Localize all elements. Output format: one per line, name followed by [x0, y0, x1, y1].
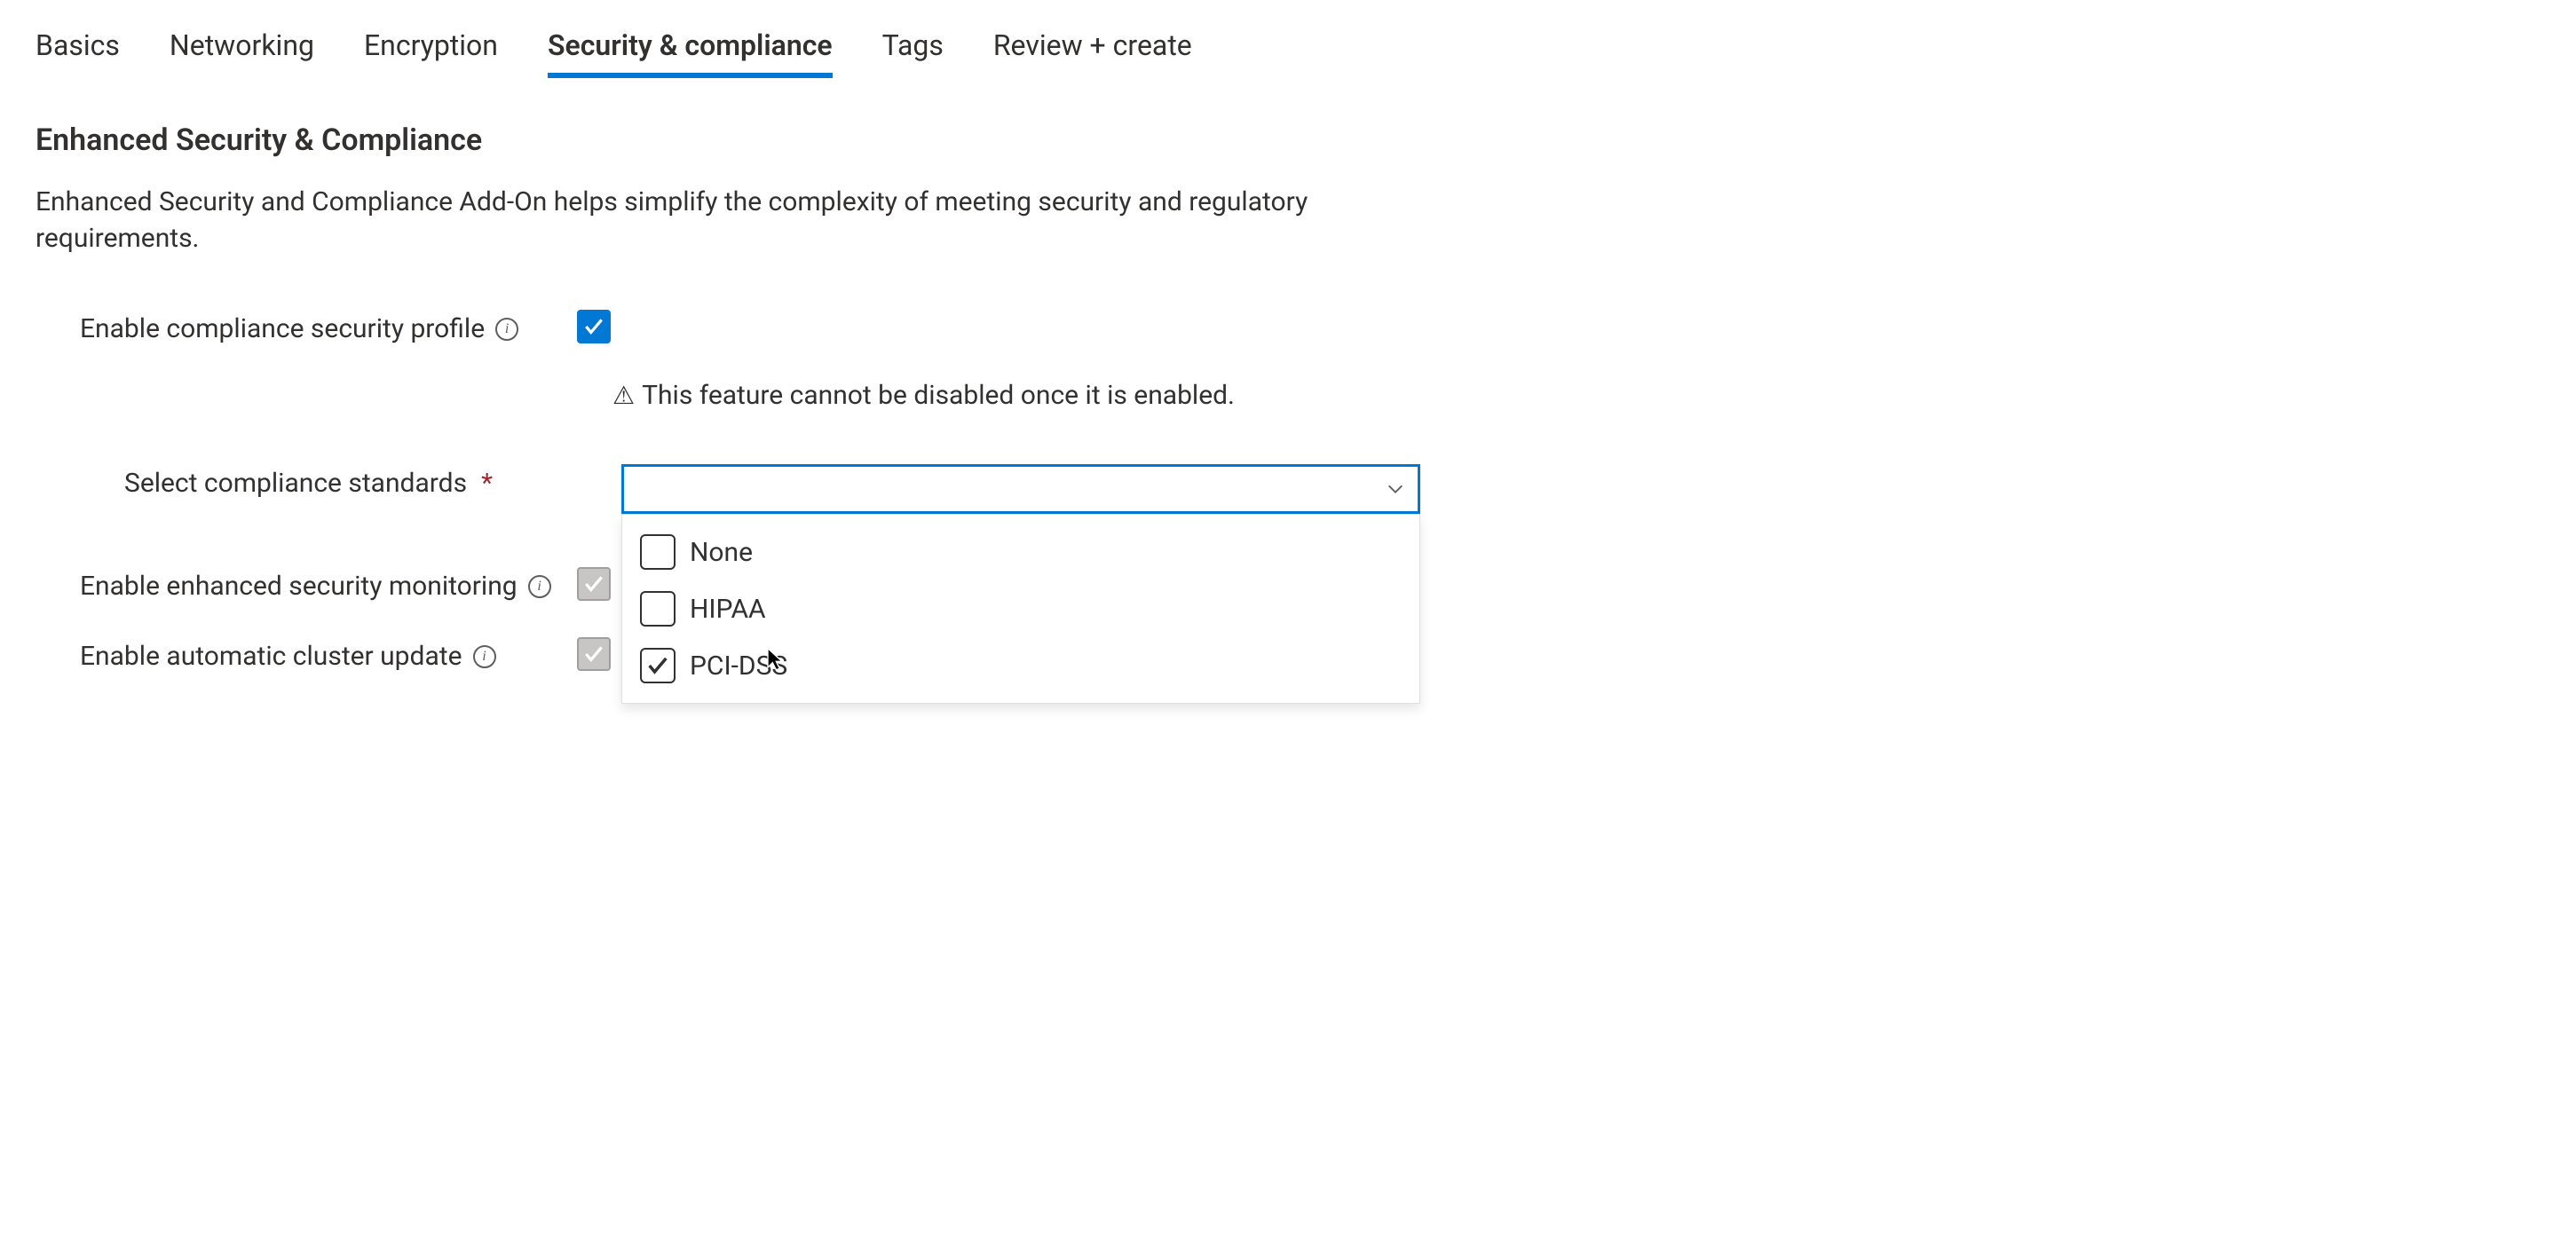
- required-indicator: *: [481, 468, 493, 499]
- tab-encryption[interactable]: Encryption: [364, 18, 498, 78]
- label-select-compliance-standards: Select compliance standards *: [80, 464, 621, 499]
- warning-cannot-disable: ⚠ This feature cannot be disabled once i…: [612, 380, 2540, 411]
- section-title: Enhanced Security & Compliance: [36, 122, 2540, 158]
- label-enable-compliance-profile: Enable compliance security profile i: [80, 310, 577, 344]
- tab-review-create[interactable]: Review + create: [993, 18, 1192, 78]
- option-checkbox-pci-dss[interactable]: [640, 648, 676, 683]
- warning-icon: ⚠: [612, 381, 635, 410]
- option-label-hipaa: HIPAA: [690, 594, 766, 625]
- tab-security-compliance[interactable]: Security & compliance: [548, 18, 833, 78]
- tab-basics[interactable]: Basics: [36, 18, 120, 78]
- row-enable-compliance-profile: Enable compliance security profile i: [36, 310, 2540, 344]
- label-enable-enhanced-monitoring: Enable enhanced security monitoring i: [80, 567, 577, 602]
- dropdown-menu-compliance-standards: None HIPAA PCI-DSS: [621, 514, 1420, 704]
- label-text-select-standards: Select compliance standards: [124, 468, 467, 499]
- option-none[interactable]: None: [636, 524, 1405, 580]
- label-text-enable-monitoring: Enable enhanced security monitoring: [80, 571, 518, 602]
- info-icon[interactable]: i: [528, 575, 551, 598]
- chevron-down-icon: [1386, 479, 1405, 499]
- label-text-enable-auto-update: Enable automatic cluster update: [80, 641, 462, 672]
- option-pci-dss[interactable]: PCI-DSS: [636, 637, 1405, 694]
- option-label-pci-dss: PCI-DSS: [690, 651, 787, 682]
- info-icon[interactable]: i: [495, 318, 518, 341]
- tab-bar: Basics Networking Encryption Security & …: [36, 18, 2540, 78]
- section-description: Enhanced Security and Compliance Add-On …: [36, 185, 1323, 256]
- dropdown-compliance-standards[interactable]: [621, 464, 1420, 514]
- option-checkbox-none[interactable]: [640, 534, 676, 570]
- warning-text: This feature cannot be disabled once it …: [642, 380, 1235, 411]
- option-label-none: None: [690, 537, 753, 568]
- row-select-compliance-standards: Select compliance standards * None: [36, 464, 2540, 514]
- tab-networking[interactable]: Networking: [170, 18, 314, 78]
- checkbox-enable-auto-cluster-update: [577, 637, 611, 671]
- checkbox-enable-enhanced-monitoring: [577, 567, 611, 601]
- option-checkbox-hipaa[interactable]: [640, 591, 676, 627]
- label-text-enable-profile: Enable compliance security profile: [80, 313, 485, 344]
- label-enable-auto-cluster-update: Enable automatic cluster update i: [80, 637, 577, 672]
- checkbox-enable-compliance-profile[interactable]: [577, 310, 611, 343]
- tab-tags[interactable]: Tags: [882, 18, 944, 78]
- option-hipaa[interactable]: HIPAA: [636, 580, 1405, 637]
- info-icon[interactable]: i: [473, 645, 496, 668]
